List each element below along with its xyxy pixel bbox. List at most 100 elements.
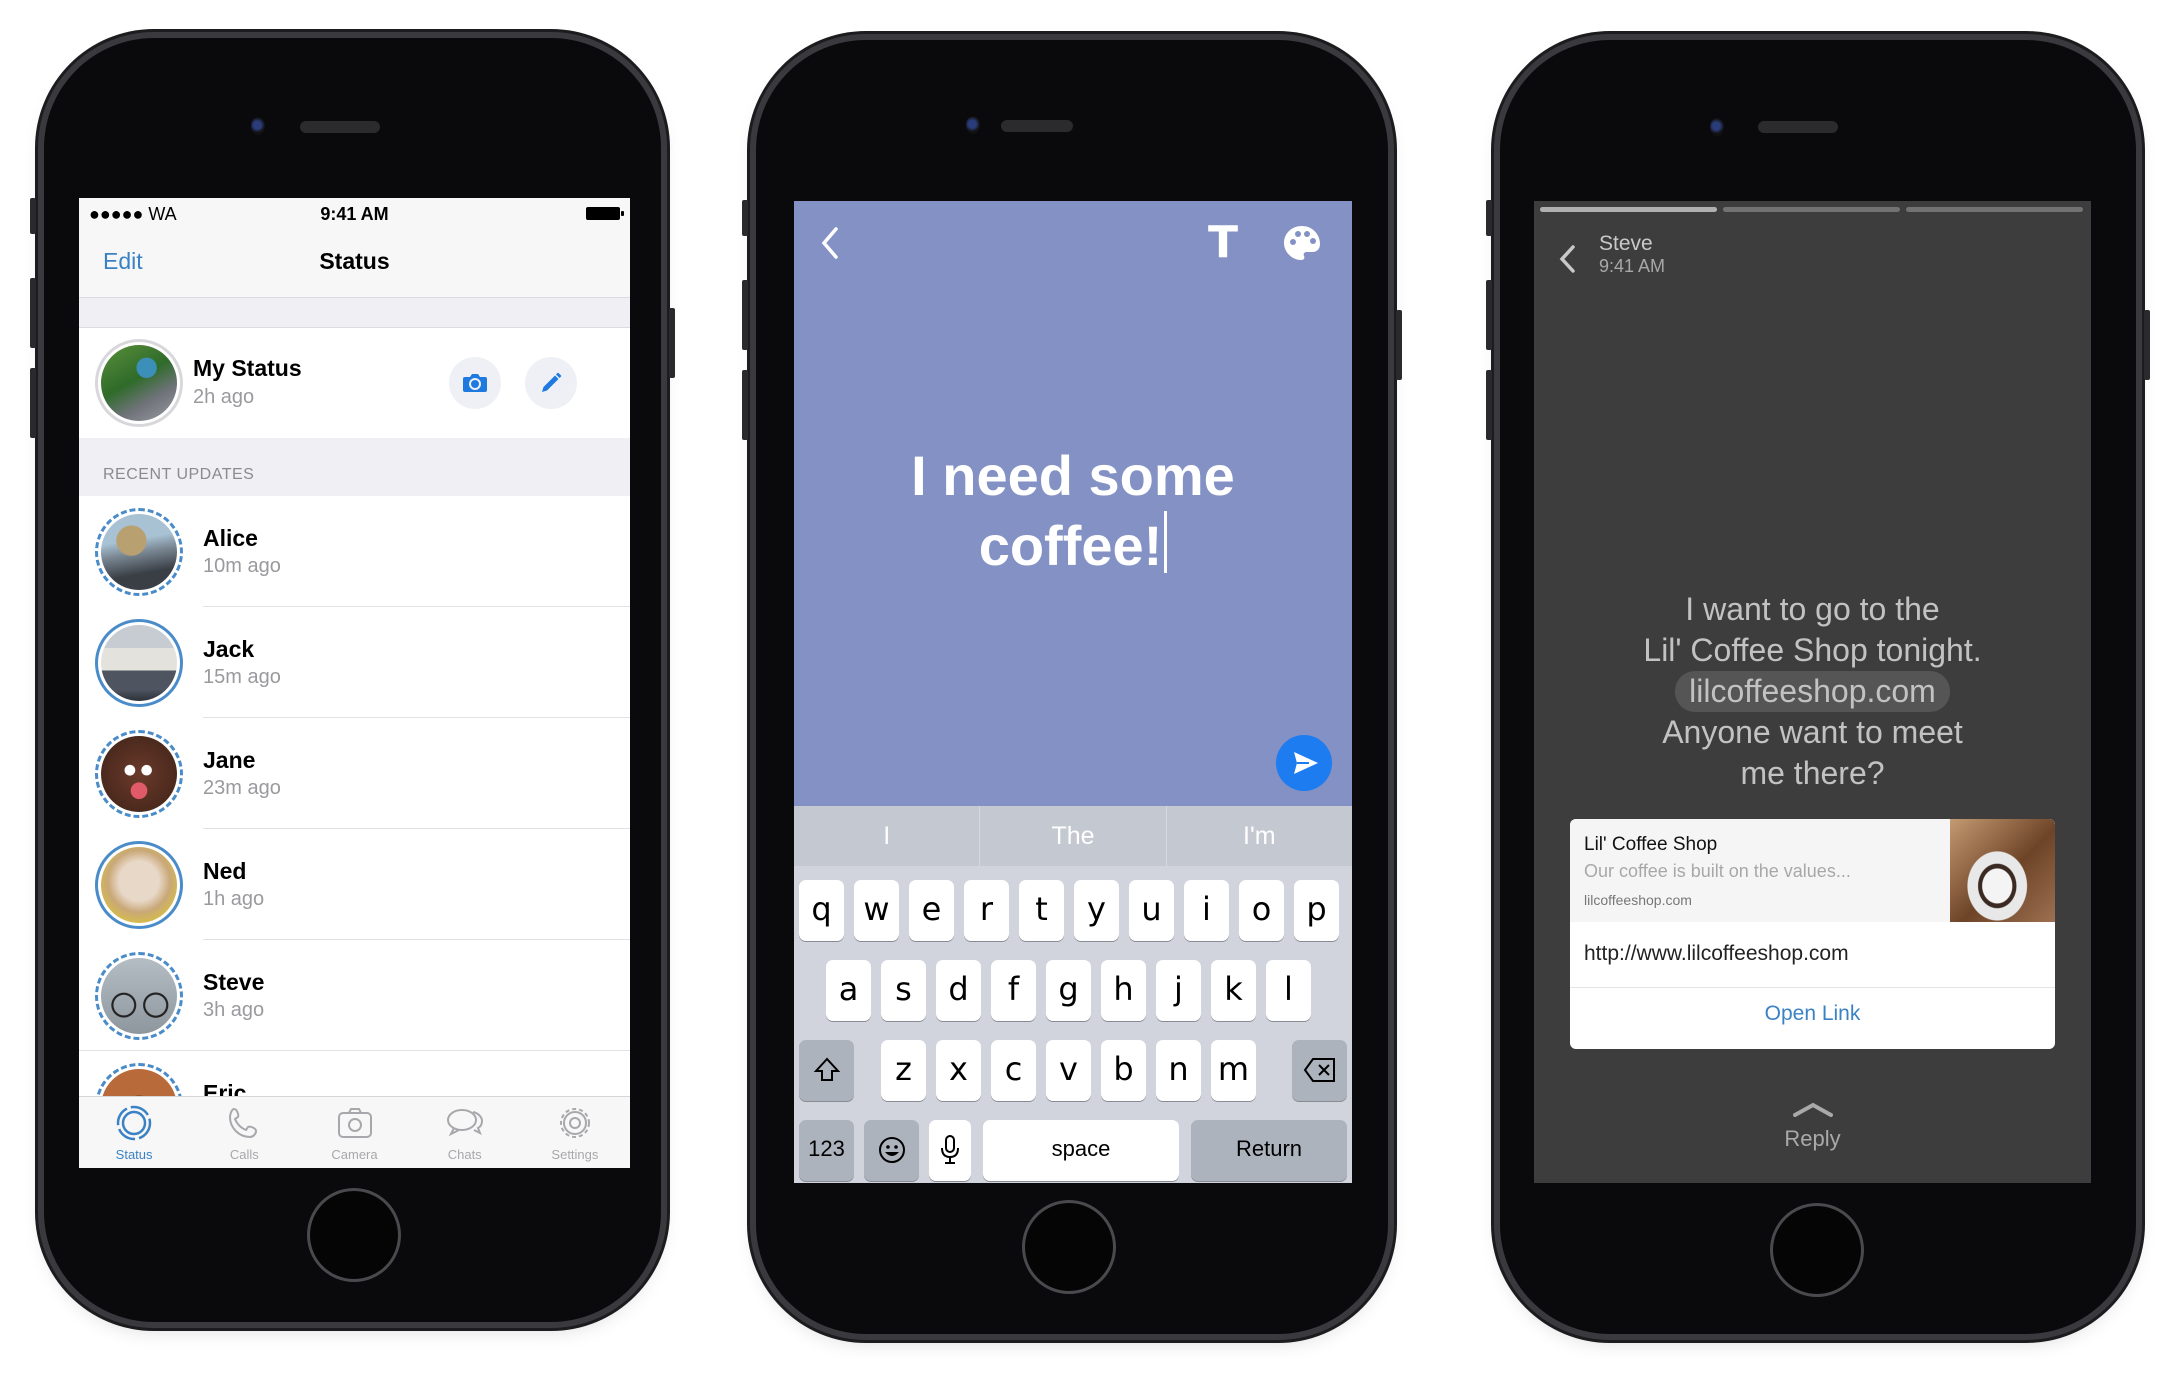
suggestion-2[interactable]: The (980, 806, 1167, 866)
key-z[interactable]: z (881, 1040, 926, 1101)
key-x[interactable]: x (936, 1040, 981, 1101)
update-time: 23m ago (203, 777, 281, 799)
status-text-input[interactable]: I need some coffee! (794, 441, 1352, 581)
backspace-icon (1303, 1058, 1335, 1082)
open-link-button[interactable]: Open Link (1570, 1002, 2055, 1026)
tab-label: Status (115, 1147, 153, 1162)
status-row-jack[interactable]: Jack 15m ago (79, 607, 630, 718)
tab-label: Settings (551, 1147, 599, 1162)
key-t[interactable]: t (1019, 880, 1064, 941)
key-w[interactable]: w (854, 880, 899, 941)
text-cursor (1164, 511, 1168, 573)
tab-status[interactable]: Status (79, 1097, 189, 1168)
divider (1570, 987, 2055, 988)
contact-name: Jane (203, 747, 256, 773)
key-b[interactable]: b (1101, 1040, 1146, 1101)
status-viewer-screen: Steve 9:41 AM I want to go to the Lil' C… (1534, 201, 2091, 1183)
key-q[interactable]: q (799, 880, 844, 941)
status-row-alice[interactable]: Alice 10m ago (79, 496, 630, 607)
phone-icon (229, 1107, 258, 1139)
volume-down-button (1486, 370, 1492, 440)
add-photo-status-button[interactable] (449, 357, 501, 409)
key-i[interactable]: i (1184, 880, 1229, 941)
tab-camera[interactable]: Camera (299, 1097, 409, 1168)
tab-calls[interactable]: Calls (189, 1097, 299, 1168)
text-style-button[interactable]: T (1208, 217, 1238, 268)
link-preview-card: Lil' Coffee Shop Our coffee is built on … (1570, 819, 2055, 1049)
my-status-row[interactable]: My Status 2h ago (79, 328, 630, 438)
gear-icon (559, 1108, 590, 1138)
key-j[interactable]: j (1156, 960, 1201, 1021)
home-button[interactable] (307, 1188, 401, 1282)
front-camera (251, 117, 265, 135)
key-k[interactable]: k (1211, 960, 1256, 1021)
send-button[interactable] (1276, 735, 1332, 791)
add-text-status-button[interactable] (525, 357, 577, 409)
battery-full-icon (586, 207, 624, 220)
sender-name: Steve (1599, 232, 1653, 255)
key-e[interactable]: e (909, 880, 954, 941)
mute-switch (742, 200, 748, 236)
home-button[interactable] (1770, 1203, 1864, 1297)
earpiece-speaker (1001, 120, 1073, 132)
key-o[interactable]: o (1239, 880, 1284, 941)
status-row-ned[interactable]: Ned 1h ago (79, 829, 630, 940)
key-p[interactable]: p (1294, 880, 1339, 941)
key-c[interactable]: c (991, 1040, 1036, 1101)
mute-switch (30, 198, 36, 234)
chevron-left-icon[interactable] (814, 223, 846, 263)
phone-status-viewer: Steve 9:41 AM I want to go to the Lil' C… (1486, 40, 2150, 1334)
power-button (1396, 310, 1402, 380)
key-s[interactable]: s (881, 960, 926, 1021)
palette-icon[interactable] (1281, 223, 1323, 265)
link-preview[interactable]: Lil' Coffee Shop Our coffee is built on … (1570, 819, 2055, 922)
reply-button[interactable]: Reply (1534, 1101, 2091, 1152)
emoji-key[interactable] (864, 1120, 919, 1181)
story-progress-2 (1723, 207, 1900, 212)
suggestion-1[interactable]: I (794, 806, 981, 866)
tab-label: Camera (331, 1147, 378, 1162)
page-title: Status (319, 248, 390, 274)
avatar (101, 514, 177, 590)
return-key[interactable]: Return (1191, 1120, 1347, 1181)
key-h[interactable]: h (1101, 960, 1146, 1021)
volume-down-button (30, 368, 36, 438)
key-a[interactable]: a (826, 960, 871, 1021)
status-row-jane[interactable]: Jane 23m ago (79, 718, 630, 829)
tab-chats[interactable]: Chats (410, 1097, 520, 1168)
status-row-steve[interactable]: Steve 3h ago (79, 940, 630, 1051)
suggestion-3[interactable]: I'm (1167, 806, 1352, 866)
delete-key[interactable] (1292, 1040, 1347, 1101)
chevron-left-icon[interactable] (1554, 239, 1580, 279)
link-domain: lilcoffeeshop.com (1584, 892, 1692, 908)
link-thumbnail (1950, 819, 2055, 922)
shift-key[interactable] (799, 1040, 854, 1101)
tab-settings[interactable]: Settings (520, 1097, 630, 1168)
update-time: 3h ago (203, 999, 265, 1021)
contact-name: Alice (203, 525, 258, 551)
space-key[interactable]: space (983, 1120, 1179, 1181)
key-m[interactable]: m (1211, 1040, 1256, 1101)
microphone-icon (941, 1135, 959, 1164)
key-u[interactable]: u (1129, 880, 1174, 941)
key-d[interactable]: d (936, 960, 981, 1021)
avatar (101, 847, 177, 923)
key-l[interactable]: l (1266, 960, 1311, 1021)
key-y[interactable]: y (1074, 880, 1119, 941)
status-bar: ●●●●● WA 9:41 AM (79, 198, 630, 228)
key-r[interactable]: r (964, 880, 1009, 941)
key-g[interactable]: g (1046, 960, 1091, 1021)
camera-icon (337, 1108, 372, 1138)
reply-label: Reply (1784, 1126, 1841, 1151)
compose-screen: T I need some coffee! I The I'm qwertyui… (794, 201, 1352, 1183)
numbers-key[interactable]: 123 (799, 1120, 854, 1181)
home-button[interactable] (1022, 1200, 1116, 1294)
dictation-key[interactable] (929, 1120, 971, 1181)
key-n[interactable]: n (1156, 1040, 1201, 1101)
navigation-bar: ●●●●● WA 9:41 AM Edit Status (79, 198, 630, 298)
pencil-icon (542, 372, 562, 392)
key-f[interactable]: f (991, 960, 1036, 1021)
message-link[interactable]: lilcoffeeshop.com (1675, 671, 1950, 712)
key-v[interactable]: v (1046, 1040, 1091, 1101)
chat-bubbles-icon (446, 1109, 483, 1137)
